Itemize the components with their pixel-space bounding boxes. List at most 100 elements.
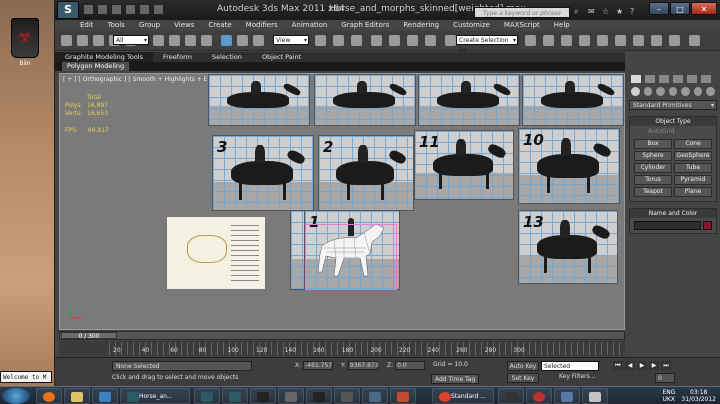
spinner-snap-icon[interactable] [425, 35, 436, 46]
motion-tab-icon[interactable] [673, 75, 683, 83]
search-input[interactable]: Type a keyword or phrase [474, 7, 570, 18]
geometry-icon[interactable] [631, 87, 640, 96]
select-manipulate-icon[interactable] [333, 35, 344, 46]
taskbar-udk-2[interactable] [306, 388, 332, 404]
set-key-button[interactable]: Set Key [507, 373, 539, 383]
taskbar-3dsmax-3[interactable] [222, 388, 248, 404]
taskbar-app[interactable] [278, 388, 304, 404]
material-editor-icon[interactable] [633, 35, 644, 46]
reference-photo-top-2[interactable] [314, 74, 416, 126]
previous-frame-icon[interactable]: ◀ [625, 361, 635, 370]
save-file-icon[interactable] [111, 4, 122, 15]
cylinder-button[interactable]: Cylinder [634, 163, 672, 173]
open-file-icon[interactable] [97, 4, 108, 15]
mirror-icon[interactable] [525, 35, 536, 46]
link-icon[interactable] [93, 35, 104, 46]
percent-snap-icon[interactable] [407, 35, 418, 46]
help-icon[interactable]: ? [630, 7, 640, 17]
menu-group[interactable]: Group [139, 21, 160, 31]
taskbar-tool-2[interactable] [362, 388, 388, 404]
taskbar-extra-1[interactable] [526, 388, 552, 404]
redo-icon[interactable] [139, 4, 150, 15]
menu-graph-editors[interactable]: Graph Editors [341, 21, 389, 31]
rendered-frame-window-icon[interactable] [669, 35, 680, 46]
maxscript-listener[interactable]: Welcome to M [0, 371, 52, 383]
taskbar-chrome[interactable]: Standard ... [432, 388, 494, 404]
named-selection-dropdown[interactable]: Create Selection Se [456, 35, 518, 54]
next-frame-icon[interactable]: ▶ [649, 361, 659, 370]
close-button[interactable]: ✕ [691, 2, 717, 15]
minimize-button[interactable]: – [649, 2, 669, 15]
reference-photo-frame-11[interactable]: 11 [414, 130, 514, 200]
taskbar-extra-3[interactable] [582, 388, 608, 404]
anatomy-reference-sketch[interactable] [166, 216, 266, 290]
tab-object-paint[interactable]: Object Paint [252, 52, 311, 62]
render-production-icon[interactable] [689, 35, 700, 46]
redo-icon[interactable] [77, 35, 88, 46]
app-menu-button[interactable]: S [57, 1, 79, 19]
cameras-icon[interactable] [668, 87, 678, 96]
display-tab-icon[interactable] [687, 75, 697, 83]
track-bar[interactable]: 20 40 60 80 100 120 140 160 180 200 220 … [59, 341, 625, 356]
reference-photo-top-4[interactable] [522, 74, 624, 126]
menu-edit[interactable]: Edit [80, 21, 94, 31]
object-color-swatch[interactable] [703, 221, 712, 230]
time-slider-thumb[interactable]: 0 / 300 [61, 332, 117, 340]
tab-selection[interactable]: Selection [202, 52, 252, 62]
menu-maxscript[interactable]: MAXScript [504, 21, 540, 31]
cone-button[interactable]: Cone [674, 139, 712, 149]
menu-views[interactable]: Views [174, 21, 194, 31]
snaps-toggle-icon[interactable] [371, 35, 382, 46]
menu-tools[interactable]: Tools [108, 21, 125, 31]
autogrid-checkbox[interactable]: AutoGrid [630, 126, 716, 137]
shapes-icon[interactable] [643, 87, 653, 96]
menu-create[interactable]: Create [208, 21, 231, 31]
recycle-bin[interactable]: Biin [8, 18, 42, 74]
taskbar-explorer[interactable] [64, 388, 90, 404]
align-icon[interactable] [543, 35, 554, 46]
pivot-center-icon[interactable] [315, 35, 326, 46]
helpers-icon[interactable] [681, 87, 690, 96]
taskbar-3dsmax-2[interactable] [194, 388, 220, 404]
tab-freeform[interactable]: Freeform [153, 52, 202, 62]
keyboard-shortcut-icon[interactable] [351, 35, 362, 46]
scale-icon[interactable] [253, 35, 264, 46]
taskbar-3dsmax[interactable]: Horse_an... [120, 388, 190, 404]
reference-photo-frame-10[interactable]: 10 [518, 128, 620, 204]
systems-icon[interactable] [706, 87, 716, 96]
add-time-tag-button[interactable]: Add Time Tag [431, 374, 480, 384]
key-filters-button[interactable]: Key Filters... [559, 373, 596, 380]
time-slider[interactable]: 0 / 300 [59, 331, 625, 340]
modify-tab-icon[interactable] [645, 75, 655, 83]
coord-y-field[interactable]: 9367.873 [347, 361, 379, 370]
taskbar-udk[interactable] [250, 388, 276, 404]
binoculars-icon[interactable]: ⌕ [574, 7, 584, 17]
graphite-toggle-icon[interactable] [579, 35, 590, 46]
reference-photo-frame-3[interactable]: 3 [212, 135, 314, 211]
plane-button[interactable]: Plane [674, 187, 712, 197]
object-name-field[interactable] [634, 221, 701, 230]
menu-rendering[interactable]: Rendering [403, 21, 439, 31]
reference-coordinate-dropdown[interactable]: View [273, 35, 309, 46]
rotate-icon[interactable] [237, 35, 248, 46]
tab-graphite-modeling-tools[interactable]: Graphite Modeling Tools [55, 52, 154, 62]
play-icon[interactable]: ▶ [637, 361, 647, 370]
select-by-name-icon[interactable] [169, 35, 180, 46]
reference-photo-top-1[interactable] [208, 74, 310, 126]
taskbar-firefox[interactable] [36, 388, 62, 404]
tube-button[interactable]: Tube [674, 163, 712, 173]
taskbar-winamp[interactable] [498, 388, 524, 404]
torus-button[interactable]: Torus [634, 175, 672, 185]
layer-manager-icon[interactable] [561, 35, 572, 46]
taskbar-tool[interactable] [334, 388, 360, 404]
reference-photo-frame-13[interactable]: 13 [518, 210, 618, 284]
curve-editor-icon[interactable] [597, 35, 608, 46]
render-setup-icon[interactable] [651, 35, 662, 46]
menu-modifiers[interactable]: Modifiers [246, 21, 278, 31]
primitive-type-dropdown[interactable]: Standard Primitives [629, 100, 717, 110]
menu-customize[interactable]: Customize [453, 21, 490, 31]
teapot-button[interactable]: Teapot [634, 187, 672, 197]
auto-key-button[interactable]: Auto Key [507, 361, 539, 371]
current-frame-field[interactable]: 0 [655, 373, 675, 383]
move-icon[interactable] [221, 35, 232, 46]
